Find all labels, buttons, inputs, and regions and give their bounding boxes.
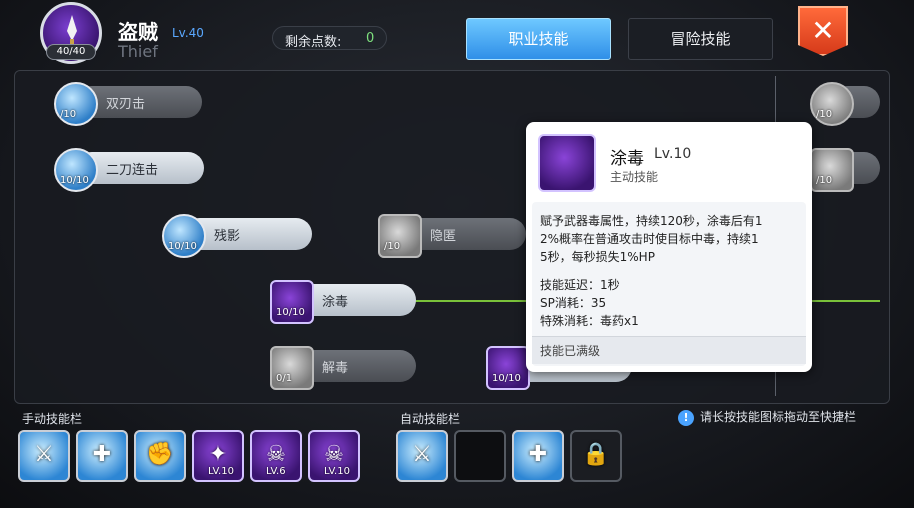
close-button[interactable]: ✕ <box>798 6 848 56</box>
fist-burst-icon: ✊ <box>146 442 174 467</box>
tooltip-delay: 技能延迟：1秒 <box>540 278 620 292</box>
skill-node[interactable]: /10 <box>810 82 880 126</box>
skill-name: 双刃击 <box>106 97 146 112</box>
tooltip-body: 赋予武器毒属性，持续120秒，涂毒后有1 2%概率在普通攻击时使目标中毒，持续1… <box>532 202 806 366</box>
skill-node[interactable]: /10 <box>810 148 880 192</box>
sword-skill-icon: ⚔ <box>412 442 432 467</box>
skill-level: 10/10 <box>276 307 305 318</box>
skill-name: 残影 <box>214 229 241 244</box>
skill-window: 40/40 盗贼 Lv.40 Thief 剩余点数: 0 职业技能 冒险技能 ✕… <box>0 0 914 508</box>
tooltip-skill-type: 主动技能 <box>610 170 659 184</box>
tab-job-skills[interactable]: 职业技能 <box>466 18 611 60</box>
skill-level: /10 <box>384 241 401 252</box>
skull-icon: ☠ <box>266 442 286 467</box>
skill-level: /10 <box>60 109 77 120</box>
cross-blade-icon: ✚ <box>92 442 112 467</box>
poison-dagger-icon: ☠ <box>324 442 344 467</box>
skill-level: 0/1 <box>276 373 293 384</box>
skill-name: 二刀连击 <box>106 163 159 178</box>
manual-slot-6[interactable]: ☠ LV.10 <box>308 430 360 482</box>
auto-slot-3[interactable]: ✚ <box>512 430 564 482</box>
tooltip-skill-level: Lv.10 <box>654 146 692 162</box>
auto-slot-1[interactable]: ⚔ <box>396 430 448 482</box>
skill-level: 10/10 <box>168 241 197 252</box>
close-icon: ✕ <box>811 14 835 47</box>
manual-slot-1[interactable]: ⚔ <box>18 430 70 482</box>
purple-claw-icon: ✦ <box>208 442 228 467</box>
points-value: 0 <box>366 31 375 46</box>
auto-bar-label: 自动技能栏 <box>400 412 461 426</box>
auto-slot-4[interactable]: 🔒 <box>570 430 622 482</box>
remaining-points: 剩余点数: 0 <box>272 26 387 50</box>
manual-slot-3[interactable]: ✊ <box>134 430 186 482</box>
class-level: Lv.40 <box>172 26 204 40</box>
sword-skill-icon: ⚔ <box>34 442 54 467</box>
auto-slot-2[interactable] <box>454 430 506 482</box>
manual-slot-4[interactable]: ✦ LV.10 <box>192 430 244 482</box>
envenom-icon <box>538 134 596 192</box>
drag-hint: ! 请长按技能图标拖动至快捷栏 <box>678 408 856 426</box>
skill-name: 涂毒 <box>322 295 349 310</box>
tooltip-sp-cost: SP消耗：35 <box>540 296 607 310</box>
skill-level: /10 <box>816 109 833 120</box>
skill-node[interactable]: 二刀连击 10/10 <box>54 148 206 192</box>
info-icon: ! <box>678 410 694 426</box>
skill-name: 隐匿 <box>430 229 457 244</box>
skill-tooltip: 涂毒 Lv.10 主动技能 赋予武器毒属性，持续120秒，涂毒后有1 2%概率在… <box>526 122 812 372</box>
skill-node[interactable]: 双刃击 /10 <box>54 82 204 126</box>
skill-node[interactable]: 涂毒 10/10 <box>270 280 418 324</box>
tooltip-maxed-status: 技能已满级 <box>532 336 806 364</box>
skill-node[interactable]: 隐匿 /10 <box>378 214 528 258</box>
skill-node[interactable]: 解毒 0/1 <box>270 346 418 390</box>
class-name: 盗贼 <box>118 20 158 44</box>
tab-adventure-skills[interactable]: 冒险技能 <box>628 18 773 60</box>
skill-node[interactable]: 残影 10/10 <box>162 214 314 258</box>
tooltip-special-cost: 特殊消耗：毒药x1 <box>540 314 639 328</box>
skill-level: /10 <box>816 175 833 186</box>
class-english-name: Thief <box>118 42 158 61</box>
manual-bar-label: 手动技能栏 <box>22 412 83 426</box>
tooltip-skill-name: 涂毒 <box>610 149 644 169</box>
lock-icon: 🔒 <box>582 442 610 467</box>
manual-slot-2[interactable]: ✚ <box>76 430 128 482</box>
skill-name: 解毒 <box>322 361 349 376</box>
manual-slot-5[interactable]: ☠ LV.6 <box>250 430 302 482</box>
cross-blade-icon: ✚ <box>528 442 548 467</box>
job-level-badge: 40/40 <box>46 44 96 60</box>
tooltip-description: 赋予武器毒属性，持续120秒，涂毒后有1 2%概率在普通攻击时使目标中毒，持续1… <box>540 214 763 264</box>
points-label: 剩余点数: <box>285 35 342 50</box>
skill-level: 10/10 <box>492 373 521 384</box>
skill-level: 10/10 <box>60 175 89 186</box>
